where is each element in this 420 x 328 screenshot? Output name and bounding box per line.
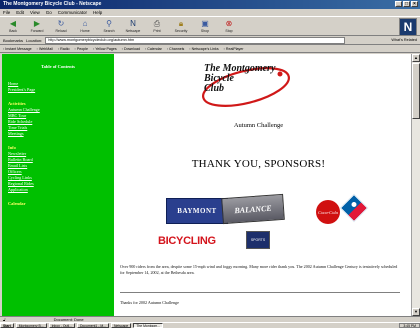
table-of-contents-heading: Table of Contents bbox=[41, 64, 75, 69]
menu-file[interactable]: File bbox=[3, 9, 10, 16]
personal-link[interactable]: Instant Message bbox=[3, 47, 31, 51]
url-input[interactable] bbox=[45, 36, 346, 44]
shopping-bag-icon: ▣ bbox=[201, 19, 209, 28]
system-tray-clock: 3:45 PM bbox=[399, 323, 420, 328]
divider bbox=[120, 292, 400, 293]
taskbar-item[interactable]: Netscape bbox=[110, 323, 132, 328]
personal-link[interactable]: Calendar bbox=[145, 47, 162, 51]
search-icon: ⚲ bbox=[106, 19, 112, 28]
event-title: Autumn Challenge bbox=[233, 122, 284, 129]
reload-icon: ↻ bbox=[57, 19, 65, 28]
event-paragraph: Over 900 riders from the area, despite s… bbox=[120, 264, 398, 275]
maximize-button[interactable]: □ bbox=[403, 1, 410, 7]
back-button[interactable]: ◀ Back bbox=[2, 17, 24, 35]
lock-icon: 🔒︎ bbox=[178, 19, 184, 28]
stop-icon: ⊗ bbox=[225, 19, 233, 28]
sponsor-logo-baymont[interactable]: BAYMONT bbox=[166, 198, 228, 224]
sidebar-item-application[interactable]: Application bbox=[8, 187, 108, 193]
main-content: The Montgomery Bicycle Club Autumn Chall… bbox=[114, 54, 403, 316]
navigation-toolbar: ◀ Back ▶ Forward ↻ Reload ⌂ Home ⚲ Search N Ne… bbox=[0, 16, 420, 36]
start-button[interactable]: Start bbox=[0, 323, 14, 328]
scroll-down-arrow-icon[interactable]: ▼ bbox=[412, 308, 420, 316]
personal-link[interactable]: People bbox=[75, 47, 88, 51]
vertical-scrollbar[interactable]: ▲ ▼ bbox=[411, 54, 420, 316]
stop-button[interactable]: ⊗ Stop bbox=[218, 17, 240, 35]
printer-icon: ⎙ bbox=[153, 19, 161, 28]
netscape-logo: N bbox=[399, 18, 417, 36]
bookmarks-button[interactable]: Bookmarks bbox=[3, 38, 23, 43]
sponsor-logo-bicycling[interactable]: BICYCLING bbox=[158, 234, 246, 248]
sidebar-item-presidents-page[interactable]: President's Page bbox=[8, 87, 108, 93]
personal-link[interactable]: Download bbox=[122, 47, 140, 51]
window-title: The Montgomery Bicycle Club - Netscape bbox=[3, 1, 102, 7]
taskbar-item[interactable]: Inbox - Outl... bbox=[48, 323, 75, 328]
search-button[interactable]: ⚲ Search bbox=[98, 17, 120, 35]
footer-text: Thanks for 2002 Autumn Challenge bbox=[120, 300, 179, 305]
sidebar-item-calendar[interactable]: Calendar bbox=[8, 201, 108, 207]
netscape-button[interactable]: N Netscape bbox=[122, 17, 144, 35]
menu-bar: File Edit View Go Communicator Help bbox=[0, 9, 420, 16]
menu-edit[interactable]: Edit bbox=[16, 9, 24, 16]
whats-related-button[interactable]: What's Related bbox=[391, 38, 417, 42]
taskbar-item-active[interactable]: The Montgom... bbox=[133, 323, 164, 328]
sponsor-logo-coca-cola[interactable]: Coca-Cola bbox=[316, 200, 340, 224]
window-titlebar: The Montgomery Bicycle Club - Netscape _… bbox=[0, 0, 420, 9]
sponsor-logo-dominos[interactable] bbox=[339, 193, 369, 223]
sponsors-heading: THANK YOU, SPONSORS! bbox=[191, 158, 326, 170]
back-arrow-icon: ◀ bbox=[9, 19, 17, 28]
location-label: Location: bbox=[26, 37, 43, 43]
taskbar-item[interactable]: Montgomery B... bbox=[15, 323, 47, 328]
club-logo[interactable]: The Montgomery Bicycle Club bbox=[188, 60, 294, 110]
taskbar-item[interactable]: Document1 - M... bbox=[76, 323, 109, 328]
close-button[interactable]: × bbox=[411, 1, 418, 7]
print-button[interactable]: ⎙ Print bbox=[146, 17, 168, 35]
scroll-up-arrow-icon[interactable]: ▲ bbox=[412, 54, 420, 62]
reload-button[interactable]: ↻ Reload bbox=[50, 17, 72, 35]
sponsor-logo-small[interactable]: SPORTS bbox=[246, 231, 270, 249]
location-bar: Bookmarks Location: What's Related bbox=[0, 36, 420, 45]
home-icon: ⌂ bbox=[82, 19, 88, 28]
personal-link[interactable]: Channels bbox=[167, 47, 184, 51]
logo-text: The Montgomery Bicycle Club bbox=[204, 63, 276, 94]
personal-link[interactable]: Radio bbox=[58, 47, 69, 51]
window-controls: _ □ × bbox=[395, 1, 418, 7]
sidebar-navigation: Table of Contents Home President's Page … bbox=[2, 54, 114, 316]
menu-go[interactable]: Go bbox=[46, 9, 52, 16]
personal-toolbar: Instant Message WebMail Radio People Yel… bbox=[0, 45, 420, 53]
minimize-button[interactable]: _ bbox=[395, 1, 402, 7]
personal-link[interactable]: Netscape's Links bbox=[189, 47, 219, 51]
sidebar-item-meetings[interactable]: Meetings bbox=[8, 131, 108, 137]
personal-link[interactable]: Yellow Pages bbox=[93, 47, 116, 51]
personal-link[interactable]: WebMail bbox=[37, 47, 53, 51]
scroll-thumb[interactable] bbox=[412, 63, 420, 119]
personal-link[interactable]: RealPlayer bbox=[224, 47, 244, 51]
forward-button[interactable]: ▶ Forward bbox=[26, 17, 48, 35]
sponsor-logo-balance[interactable]: BALANCE bbox=[221, 193, 285, 225]
forward-arrow-icon: ▶ bbox=[33, 19, 41, 28]
home-button[interactable]: ⌂ Home bbox=[74, 17, 96, 35]
windows-taskbar: Start Montgomery B... Inbox - Outl... Do… bbox=[0, 322, 420, 328]
netscape-icon: N bbox=[130, 19, 136, 28]
security-button[interactable]: 🔒︎ Security bbox=[170, 17, 192, 35]
menu-help[interactable]: Help bbox=[93, 9, 102, 16]
menu-communicator[interactable]: Communicator bbox=[58, 9, 87, 16]
shop-button[interactable]: ▣ Shop bbox=[194, 17, 216, 35]
menu-view[interactable]: View bbox=[30, 9, 40, 16]
page-viewport: Table of Contents Home President's Page … bbox=[2, 54, 411, 316]
